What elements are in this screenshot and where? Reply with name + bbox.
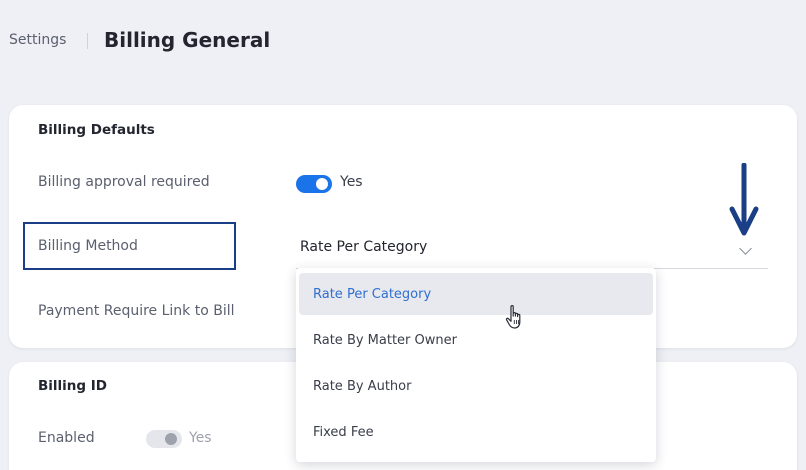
enabled-label: Enabled bbox=[38, 430, 95, 446]
billing-approval-value: Yes bbox=[340, 174, 363, 190]
billing-approval-toggle[interactable] bbox=[296, 175, 332, 193]
breadcrumb-settings[interactable]: Settings bbox=[9, 32, 66, 48]
payment-link-label: Payment Require Link to Bill bbox=[38, 303, 235, 319]
arrow-down-icon bbox=[729, 163, 759, 236]
billing-method-value: Rate Per Category bbox=[300, 239, 428, 255]
section-title-billing-defaults: Billing Defaults bbox=[38, 122, 155, 138]
toggle-knob bbox=[165, 433, 177, 445]
enabled-value: Yes bbox=[189, 430, 212, 446]
hand-pointer-icon bbox=[505, 305, 521, 329]
toggle-knob bbox=[316, 178, 328, 190]
chevron-down-icon[interactable] bbox=[739, 242, 752, 255]
billing-method-dropdown: Rate Per Category Rate By Matter Owner R… bbox=[296, 268, 656, 462]
billing-method-select[interactable]: Rate Per Category bbox=[296, 227, 768, 269]
page-title: Billing General bbox=[104, 28, 271, 52]
enabled-toggle[interactable] bbox=[146, 430, 182, 448]
billing-approval-label: Billing approval required bbox=[38, 174, 210, 190]
page: Settings Billing General Billing Default… bbox=[0, 0, 806, 470]
dropdown-option-rate-by-author[interactable]: Rate By Author bbox=[299, 365, 653, 407]
section-title-billing-id: Billing ID bbox=[38, 378, 108, 394]
dropdown-option-fixed-fee[interactable]: Fixed Fee bbox=[299, 411, 653, 453]
breadcrumb-separator bbox=[87, 33, 88, 49]
dropdown-option-rate-by-matter-owner[interactable]: Rate By Matter Owner bbox=[299, 319, 653, 361]
dropdown-option-rate-per-category[interactable]: Rate Per Category bbox=[299, 273, 653, 315]
billing-method-label: Billing Method bbox=[38, 238, 138, 254]
